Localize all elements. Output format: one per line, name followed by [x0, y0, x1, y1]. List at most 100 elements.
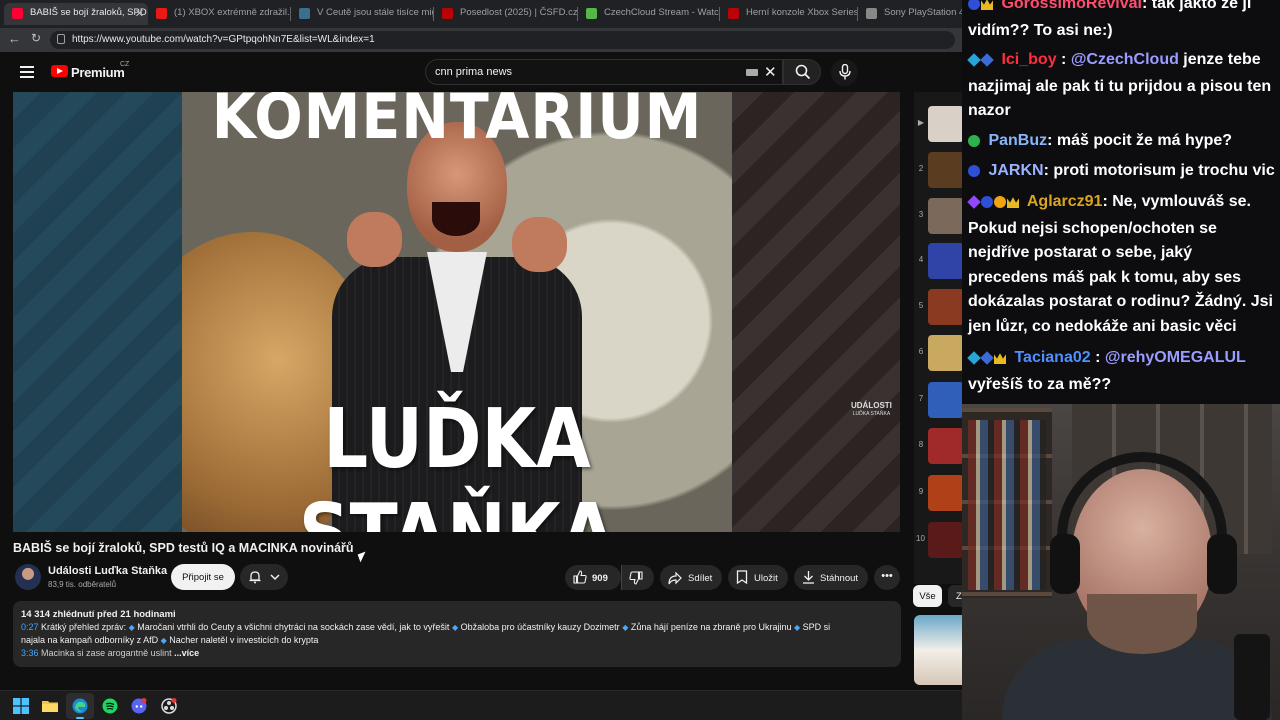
channel-watermark: UDÁLOSTI LUĎKA STAŇKA	[851, 402, 892, 418]
chevron-down-icon	[270, 574, 280, 581]
site-info-icon[interactable]	[57, 34, 65, 44]
view-stats: 14 314 zhlédnutí před 21 hodinami	[21, 609, 176, 620]
discord-icon[interactable]	[131, 698, 147, 714]
browser-tab[interactable]: (1) XBOX extrémně zdražil.	[148, 3, 291, 25]
more-actions-button[interactable]: •••	[874, 565, 900, 590]
hamburger-menu-icon[interactable]	[20, 66, 34, 78]
chat-message: Taciana02 : @rehyOMEGALUL vyřešíš to za …	[967, 346, 1276, 397]
csfd-favicon-icon	[442, 8, 453, 19]
url-text: https://www.youtube.com/watch?v=GPtpqohN…	[72, 34, 375, 45]
like-button[interactable]: 909	[565, 565, 621, 590]
taskbar	[0, 690, 962, 720]
chat-author[interactable]: Ici_boy	[1001, 51, 1056, 68]
close-tab-icon[interactable]: ✕	[135, 7, 144, 20]
spotify-icon[interactable]	[102, 698, 118, 714]
chat-author[interactable]: Aglarcz91	[1027, 193, 1103, 210]
subscriber-count: 83,9 tis. odběratelů	[48, 580, 117, 589]
chat-author[interactable]: Taciana02	[1014, 349, 1090, 366]
playlist-index: 7	[918, 394, 924, 403]
browser-tab[interactable]: BABIŠ se bojí žraloků, SPD te ✕	[4, 3, 148, 25]
shop-favicon-icon	[866, 8, 877, 19]
browser-tab[interactable]: V Ceutě jsou stále tisíce mig	[291, 3, 434, 25]
tab-title: CzechCloud Stream - Watch	[604, 7, 720, 18]
save-button[interactable]: Uložit	[728, 565, 788, 590]
playlist-item[interactable]: 8	[914, 428, 962, 466]
playlist-item[interactable]: 6	[914, 335, 962, 373]
shop-favicon-icon	[728, 8, 739, 19]
keyboard-icon[interactable]	[746, 69, 758, 76]
voice-search-button[interactable]	[831, 59, 858, 86]
back-arrow-icon[interactable]: ←	[8, 31, 21, 46]
like-count: 909	[592, 573, 608, 584]
tab-title: Herní konzole Xbox Series |	[746, 7, 858, 18]
playlist-item[interactable]: 2	[914, 152, 962, 190]
browser-tab[interactable]: Posedlost (2025) | ČSFD.cz	[434, 3, 578, 25]
timestamp-link[interactable]: 0:27	[21, 622, 39, 632]
filter-chip-all[interactable]: Vše	[913, 585, 942, 607]
file-explorer-icon[interactable]	[42, 698, 58, 714]
video-player[interactable]: KOMENTÁŘIUM LUĎKA STAŇKA	[13, 92, 900, 532]
join-button[interactable]: Připojit se	[171, 564, 235, 590]
obs-icon[interactable]	[161, 698, 177, 714]
clear-search-icon[interactable]: ✕	[764, 63, 777, 81]
description-line: najala na kampaň odborníky z AfD ◆ Nache…	[21, 635, 318, 645]
share-icon	[668, 571, 682, 585]
playlist-item[interactable]: 9	[914, 475, 962, 513]
url-input[interactable]: https://www.youtube.com/watch?v=GPtpqohN…	[50, 31, 955, 49]
subscriber-badge-icon	[968, 135, 980, 147]
thumbnail-heading: KOMENTÁŘIUM	[211, 92, 703, 153]
chat-author[interactable]: GorossimoRevival	[1001, 0, 1142, 12]
channel-name[interactable]: Události Luďka Staňka	[48, 565, 167, 577]
notification-bell-button[interactable]	[240, 564, 288, 590]
video-description[interactable]: 14 314 zhlédnutí před 21 hodinami 0:27 K…	[13, 601, 901, 667]
playlist-item[interactable]: 3	[914, 198, 962, 236]
chat-badges	[968, 131, 981, 156]
channel-avatar[interactable]	[15, 564, 41, 590]
chat-badges	[967, 50, 994, 75]
chat-text: :	[1090, 349, 1105, 366]
chat-message: GorossimoRevival: tak jakto že jí vidím?…	[968, 0, 1276, 43]
share-button[interactable]: Sdílet	[660, 565, 722, 590]
search-button[interactable]	[783, 59, 821, 85]
playlist-item[interactable]: ▶	[914, 106, 962, 144]
download-button[interactable]: Stáhnout	[794, 565, 868, 590]
youtube-logo-icon[interactable]	[51, 65, 68, 77]
playlist-item[interactable]: 4	[914, 243, 962, 281]
chat-text: : máš pocit že má hype?	[1047, 132, 1233, 149]
playlist-index: 8	[918, 440, 924, 449]
chat-text: vyřešíš to za mě??	[968, 375, 1112, 393]
chat-author[interactable]: PanBuz	[988, 132, 1047, 149]
search-input[interactable]: cnn prima news ✕	[425, 59, 783, 85]
dislike-button[interactable]	[621, 565, 654, 590]
recommended-video-thumbnail[interactable]	[914, 615, 962, 685]
diamond-icon: ◆	[128, 623, 135, 632]
chat-badges	[967, 348, 1007, 373]
chat-author[interactable]: JARKN	[988, 162, 1043, 179]
playlist-thumbnail	[928, 475, 962, 511]
crown-badge-icon	[994, 353, 1006, 364]
microphone-icon	[839, 64, 851, 80]
now-playing-icon: ▶	[917, 118, 925, 127]
chat-text: :	[1056, 51, 1071, 68]
subscriber-badge-icon	[968, 165, 980, 177]
timestamp-link[interactable]: 3:36	[21, 648, 39, 658]
youtube-brand[interactable]: Premium	[71, 65, 125, 80]
playlist-item[interactable]: 7	[914, 382, 962, 420]
reload-icon[interactable]: ↻	[31, 31, 41, 45]
playlist-index: 4	[918, 255, 924, 264]
browser-tab[interactable]: CzechCloud Stream - Watch	[578, 3, 720, 25]
windows-start-icon[interactable]	[13, 698, 29, 714]
stream-chat: GorossimoRevival: tak jakto že jí vidím?…	[962, 0, 1280, 404]
show-more-link[interactable]: ...více	[174, 648, 199, 658]
subscriber-badge-icon	[980, 351, 994, 365]
playlist-panel: ▶ 2 3 4 5 6 7 8 9 10	[914, 92, 962, 584]
subscriber-badge-icon	[968, 0, 980, 10]
edge-browser-icon[interactable]	[72, 698, 88, 714]
browser-tab[interactable]: Herní konzole Xbox Series |	[720, 3, 858, 25]
watermark-subtext: LUĎKA STAŇKA	[852, 411, 891, 417]
chat-text: : proti motorisum je trochu vic	[1043, 162, 1275, 179]
browser-tab[interactable]: Sony PlayStation 4 Slim,	[858, 3, 962, 25]
playlist-item[interactable]: 5	[914, 289, 962, 327]
playlist-item[interactable]: 10	[914, 522, 962, 560]
mouse-cursor-icon	[357, 551, 369, 563]
